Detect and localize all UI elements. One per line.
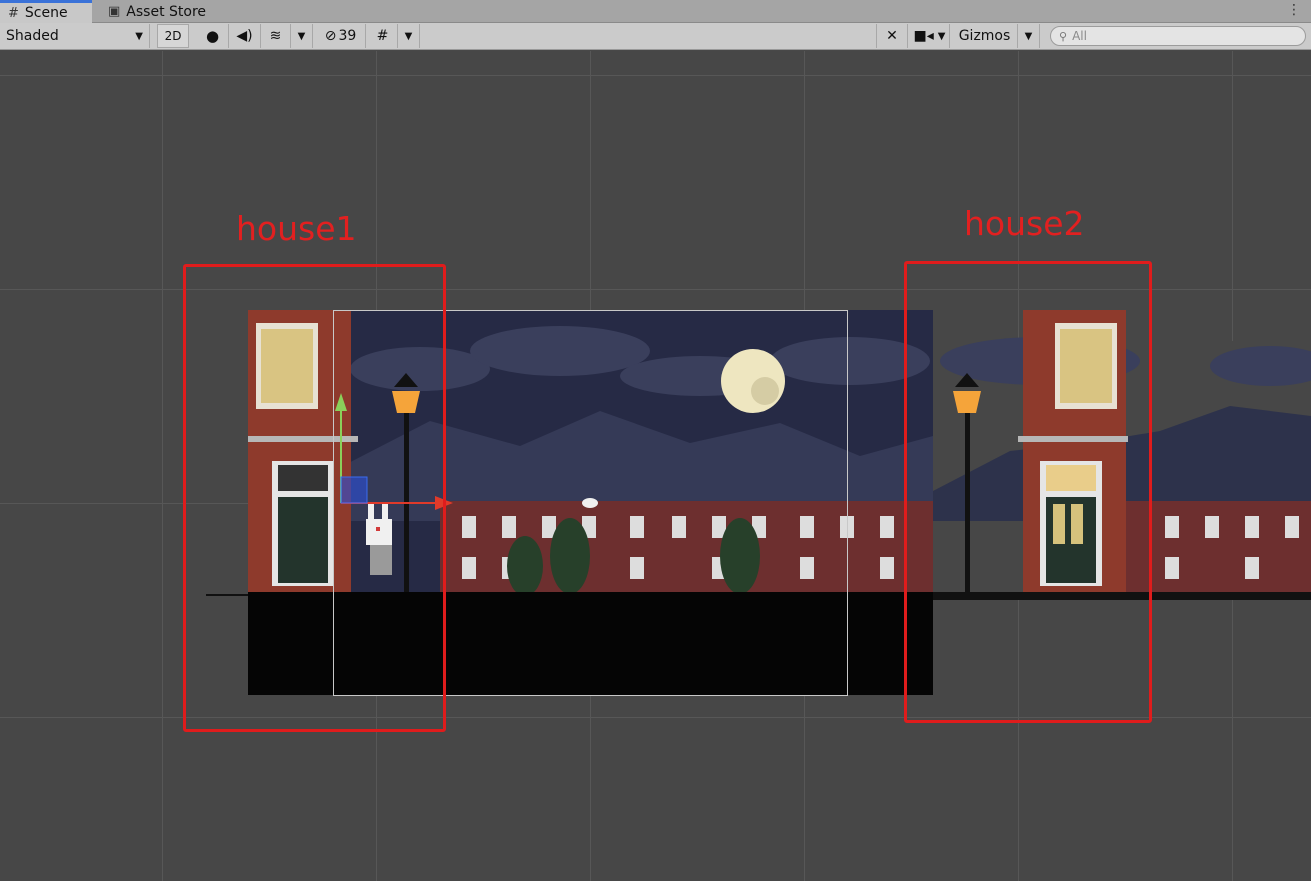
search-placeholder: All: [1072, 29, 1087, 43]
chevron-down-icon: ▼: [297, 30, 306, 42]
tab-scene[interactable]: # Scene: [0, 0, 92, 23]
tab-bar: # Scene ▣ Asset Store ⋮: [0, 0, 1311, 23]
tab-asset-store-label: Asset Store: [126, 3, 207, 20]
eye-slash-icon: ⊘: [324, 28, 337, 44]
chevron-down-icon: ▼: [404, 30, 413, 42]
grid-dropdown[interactable]: ▼: [398, 24, 420, 48]
more-options-icon[interactable]: ⋮: [1287, 2, 1301, 18]
draw-mode-dropdown[interactable]: Shaded ▼: [0, 24, 150, 48]
chevron-down-icon: ▼: [937, 30, 946, 42]
audio-toggle[interactable]: ◀): [229, 24, 261, 48]
shopping-bag-icon: ▣: [108, 4, 121, 19]
lightbulb-icon: ●: [205, 27, 220, 45]
house1-annotation-label: house1: [236, 209, 357, 248]
tools-icon: ✕: [886, 28, 898, 44]
scene-toolbar: Shaded ▼ 2D ● ◀) ≋ ▼ ⊘ 39 # ▼ ✕ ■◂ ▼ Giz…: [0, 23, 1311, 50]
tab-asset-store[interactable]: ▣ Asset Store: [100, 0, 220, 23]
house1-annotation-box: [183, 264, 446, 732]
gizmos-dropdown[interactable]: ▼: [1018, 24, 1040, 48]
tools-button[interactable]: ✕: [876, 24, 908, 48]
grid-snap-toggle[interactable]: #: [368, 24, 398, 48]
camera-icon: ■◂: [913, 28, 934, 44]
scene-viewport[interactable]: house1 house2: [0, 51, 1311, 881]
grid-icon: #: [376, 28, 389, 44]
lighting-toggle[interactable]: ●: [197, 24, 229, 48]
search-icon: ⚲: [1059, 29, 1068, 43]
gizmos-button[interactable]: Gizmos: [952, 24, 1018, 48]
speaker-icon: ◀): [236, 28, 253, 44]
house2-annotation-box: [904, 261, 1152, 723]
chevron-down-icon: ▼: [135, 30, 143, 42]
chevron-down-icon: ▼: [1024, 30, 1033, 42]
hidden-objects-count: 39: [338, 28, 357, 44]
hierarchy-search-input[interactable]: ⚲ All: [1050, 26, 1306, 46]
house2-annotation-label: house2: [964, 204, 1085, 243]
effects-dropdown[interactable]: ▼: [291, 24, 313, 48]
effects-toggle[interactable]: ≋: [261, 24, 291, 48]
layers-icon: ≋: [269, 28, 282, 44]
draw-mode-value: Shaded: [6, 28, 59, 44]
scene-visibility-toggle[interactable]: ⊘ 39: [316, 24, 366, 48]
mode-2d-toggle[interactable]: 2D: [157, 24, 189, 48]
hash-grid-icon: #: [8, 5, 19, 21]
camera-dropdown[interactable]: ■◂ ▼: [910, 24, 950, 48]
tab-scene-label: Scene: [24, 5, 68, 21]
